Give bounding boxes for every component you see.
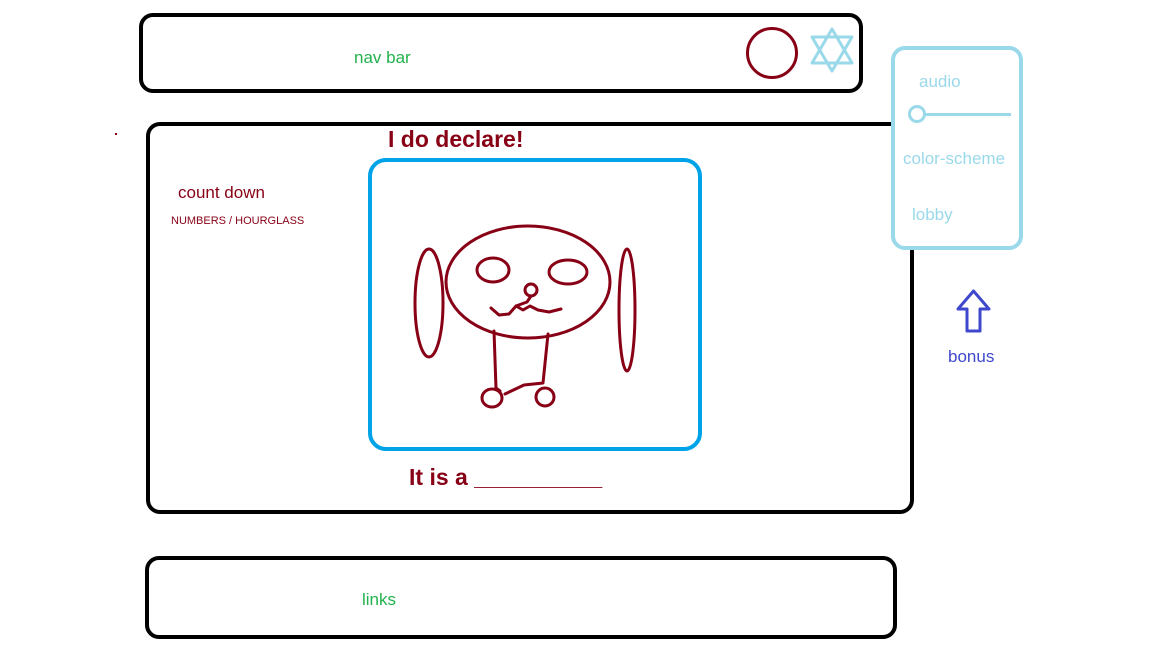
sketch-head xyxy=(444,224,612,340)
settings-panel: audio color-scheme lobby xyxy=(891,46,1023,250)
color-scheme-option[interactable]: color-scheme xyxy=(903,149,1005,169)
sketch-body xyxy=(492,329,550,396)
nav-bar-label: nav bar xyxy=(354,48,411,67)
guess-prompt: It is a __________ xyxy=(409,464,603,490)
star-icon[interactable] xyxy=(806,26,858,74)
sketch-right-ear xyxy=(617,247,637,373)
links-label[interactable]: links xyxy=(362,590,396,610)
audio-slider-track[interactable] xyxy=(915,113,1011,116)
sketch-nose xyxy=(523,282,539,298)
prompt-title: I do declare! xyxy=(388,126,524,152)
arrow-up-icon[interactable] xyxy=(955,288,992,334)
lobby-link[interactable]: lobby xyxy=(912,205,953,225)
drawing-canvas[interactable] xyxy=(368,158,702,451)
sketch-right-foot xyxy=(534,386,556,408)
countdown-label: count down xyxy=(178,183,265,202)
audio-label: audio xyxy=(919,72,961,91)
sketch-mouth xyxy=(489,294,563,317)
sketch-left-foot xyxy=(480,387,504,409)
sketch-left-ear xyxy=(413,247,445,359)
sketch-right-eye xyxy=(547,258,589,286)
audio-slider-knob[interactable] xyxy=(908,105,926,123)
profile-circle-icon[interactable] xyxy=(746,27,798,79)
stray-dot xyxy=(115,133,117,135)
sketch-left-eye xyxy=(475,256,511,284)
dog-sketch xyxy=(413,224,637,409)
bonus-label[interactable]: bonus xyxy=(948,347,994,367)
footer-links-bar: links xyxy=(145,556,897,639)
countdown-subtitle: NUMBERS / HOURGLASS xyxy=(171,215,305,227)
